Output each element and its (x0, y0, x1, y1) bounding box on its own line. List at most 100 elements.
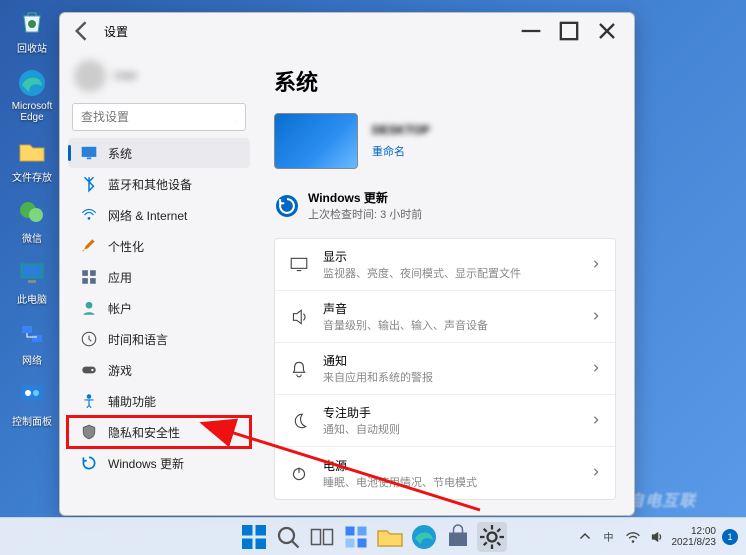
settings-row-display[interactable]: 显示监视器、亮度、夜间模式、显示配置文件 (275, 239, 615, 291)
sidebar-item-brush[interactable]: 个性化 (68, 231, 250, 261)
row-title: 电源 (323, 457, 477, 474)
row-title: 专注助手 (323, 404, 400, 421)
chevron-right-icon (591, 308, 601, 326)
settings-taskbar-button[interactable] (477, 522, 507, 552)
sidebar-item-label: 时间和语言 (108, 331, 168, 348)
chevron-right-icon (591, 412, 601, 430)
volume-icon[interactable] (648, 528, 666, 546)
desktop-icon-label: 控制面板 (12, 413, 52, 428)
rename-link[interactable]: 重命名 (372, 143, 430, 159)
update-subtitle: 上次检查时间: 3 小时前 (308, 206, 422, 222)
tray-chevron[interactable] (576, 528, 594, 546)
folder-icon (375, 522, 405, 552)
row-title: 通知 (323, 352, 433, 369)
sidebar-item-update[interactable]: Windows 更新 (68, 448, 250, 478)
widgets-icon (341, 522, 371, 552)
sidebar-item-apps[interactable]: 应用 (68, 262, 250, 292)
sidebar-item-label: 蓝牙和其他设备 (108, 176, 192, 193)
bluetooth-icon (80, 175, 98, 193)
user-profile[interactable]: User (66, 55, 256, 97)
desktop-icon-label: 网络 (22, 352, 42, 367)
sidebar-item-accessibility[interactable]: 辅助功能 (68, 386, 250, 416)
ime-icon[interactable]: 中 (600, 528, 618, 546)
time-text: 12:00 (672, 526, 717, 537)
settings-row-power[interactable]: 电源睡眠、电池使用情况、节电模式 (275, 447, 615, 499)
settings-row-moon[interactable]: 专注助手通知、自动规则 (275, 395, 615, 447)
recycle-icon (16, 6, 48, 38)
sidebar-item-gaming[interactable]: 游戏 (68, 355, 250, 385)
desktop-icon-control[interactable]: 控制面板 (8, 379, 56, 428)
close-icon (588, 17, 626, 45)
store-button[interactable] (443, 522, 473, 552)
desktop-icon-recycle[interactable]: 回收站 (8, 6, 56, 55)
desktop-icon-label: 文件存放 (12, 169, 52, 184)
row-subtitle: 通知、自动规则 (323, 421, 400, 437)
notification-badge[interactable]: 1 (722, 529, 738, 545)
sidebar-item-label: 游戏 (108, 362, 132, 379)
desktop-icon-label: 此电脑 (17, 291, 47, 306)
row-subtitle: 来自应用和系统的警报 (323, 369, 433, 385)
chevron-right-icon (591, 464, 601, 482)
desktop-icon-label: Microsoft Edge (8, 101, 56, 123)
minimize-button[interactable] (512, 17, 550, 45)
taskbar-center (239, 522, 507, 552)
device-name: DESKTOP (372, 123, 430, 137)
wifi-icon (80, 206, 98, 224)
bell-icon (289, 359, 309, 379)
desktop-icon-wechat[interactable]: 微信 (8, 196, 56, 245)
sidebar-item-label: 帐户 (108, 300, 132, 317)
folder-icon (16, 135, 48, 167)
nav-list: 系统蓝牙和其他设备网络 & Internet 个性化应用帐户时间和语言游戏辅助功能… (66, 137, 256, 515)
close-button[interactable] (588, 17, 626, 45)
device-card: DESKTOP 重命名 (274, 113, 616, 169)
update-icon (80, 454, 98, 472)
minimize-icon (512, 17, 550, 45)
sidebar-item-label: 网络 & Internet (108, 207, 187, 224)
edge-button[interactable] (409, 522, 439, 552)
search-button[interactable] (273, 522, 303, 552)
settings-row-sound[interactable]: 声音音量级别、输出、输入、声音设备 (275, 291, 615, 343)
sidebar-item-privacy[interactable]: 隐私和安全性 (68, 417, 250, 447)
row-subtitle: 音量级别、输出、输入、声音设备 (323, 317, 488, 333)
system-icon (80, 144, 98, 162)
search-box[interactable] (72, 103, 246, 131)
desktop-icon-edge[interactable]: Microsoft Edge (8, 67, 56, 123)
back-button[interactable] (68, 17, 96, 45)
window-title: 设置 (104, 23, 128, 40)
sidebar-item-time[interactable]: 时间和语言 (68, 324, 250, 354)
sidebar-item-account[interactable]: 帐户 (68, 293, 250, 323)
edge-icon (16, 67, 48, 99)
watermark: 自电互联 (628, 487, 696, 511)
pc-icon (16, 257, 48, 289)
sidebar-item-wifi[interactable]: 网络 & Internet (68, 200, 250, 230)
desktop-icon-label: 微信 (22, 230, 42, 245)
update-status[interactable]: Windows 更新 上次检查时间: 3 小时前 (274, 183, 616, 238)
desktop-icon-folder[interactable]: 文件存放 (8, 135, 56, 184)
sidebar-item-label: 个性化 (108, 238, 144, 255)
sidebar: User 系统蓝牙和其他设备网络 & Internet 个性化应用帐户时间和语言游… (60, 49, 256, 515)
taskview-button[interactable] (307, 522, 337, 552)
date-text: 2021/8/23 (672, 537, 717, 548)
titlebar: 设置 (60, 13, 634, 49)
wifi-icon[interactable] (624, 528, 642, 546)
avatar (74, 60, 106, 92)
start-button[interactable] (239, 522, 269, 552)
sidebar-item-label: Windows 更新 (108, 455, 184, 472)
desktop-icons: 回收站 Microsoft Edge 文件存放微信此电脑网络控制面板 (8, 6, 56, 428)
moon-icon (289, 411, 309, 431)
sidebar-item-bluetooth[interactable]: 蓝牙和其他设备 (68, 169, 250, 199)
widgets-button[interactable] (341, 522, 371, 552)
explorer-button[interactable] (375, 522, 405, 552)
desktop-icon-pc[interactable]: 此电脑 (8, 257, 56, 306)
apps-icon (80, 268, 98, 286)
search-input[interactable] (81, 110, 236, 124)
desktop-icon-network[interactable]: 网络 (8, 318, 56, 367)
windows-icon (239, 522, 269, 552)
maximize-icon (550, 17, 588, 45)
row-title: 显示 (323, 248, 521, 265)
settings-row-bell[interactable]: 通知来自应用和系统的警报 (275, 343, 615, 395)
clock[interactable]: 12:00 2021/8/23 (672, 526, 717, 548)
sidebar-item-system[interactable]: 系统 (68, 138, 250, 168)
sidebar-item-label: 应用 (108, 269, 132, 286)
maximize-button[interactable] (550, 17, 588, 45)
